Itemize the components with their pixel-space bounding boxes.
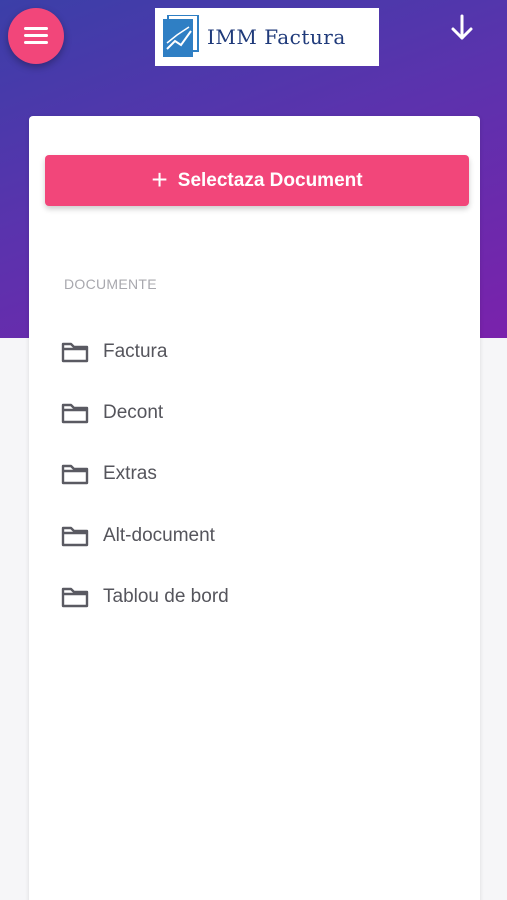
- folder-item-tablou-de-bord[interactable]: Tablou de bord: [61, 566, 461, 627]
- folder-label: Tablou de bord: [103, 585, 229, 607]
- logo-mark-icon: [163, 15, 199, 57]
- folder-icon: [61, 342, 89, 362]
- folder-item-alt-document[interactable]: Alt-document: [61, 505, 461, 566]
- folder-item-factura[interactable]: Factura: [61, 321, 461, 382]
- arrow-down-icon: [451, 14, 473, 40]
- folder-label: Decont: [103, 401, 164, 423]
- select-document-label: Selectaza Document: [177, 169, 363, 191]
- folder-label: Factura: [103, 340, 168, 362]
- app-screen: IMM Factura + Selectaza Document DOCUMEN…: [0, 0, 507, 900]
- folder-label: Extras: [103, 463, 157, 485]
- section-label-documents: DOCUMENTE: [64, 276, 157, 292]
- hamburger-icon: [24, 27, 48, 45]
- menu-button[interactable]: [8, 8, 64, 64]
- app-logo: IMM Factura: [155, 8, 379, 66]
- plus-icon: +: [151, 163, 168, 195]
- folder-icon: [61, 465, 89, 485]
- folder-icon: [61, 587, 89, 608]
- folder-list: Factura Decont Extras Alt-document Tablo…: [61, 321, 461, 627]
- select-document-button[interactable]: + Selectaza Document: [45, 155, 469, 206]
- folder-item-extras[interactable]: Extras: [61, 444, 461, 505]
- folder-icon: [61, 526, 89, 546]
- folder-item-decont[interactable]: Decont: [61, 382, 461, 443]
- documents-card: + Selectaza Document DOCUMENTE Factura D…: [29, 116, 480, 900]
- logo-text: IMM Factura: [207, 25, 346, 49]
- folder-icon: [61, 403, 89, 424]
- download-button[interactable]: [447, 12, 477, 44]
- folder-label: Alt-document: [103, 524, 215, 546]
